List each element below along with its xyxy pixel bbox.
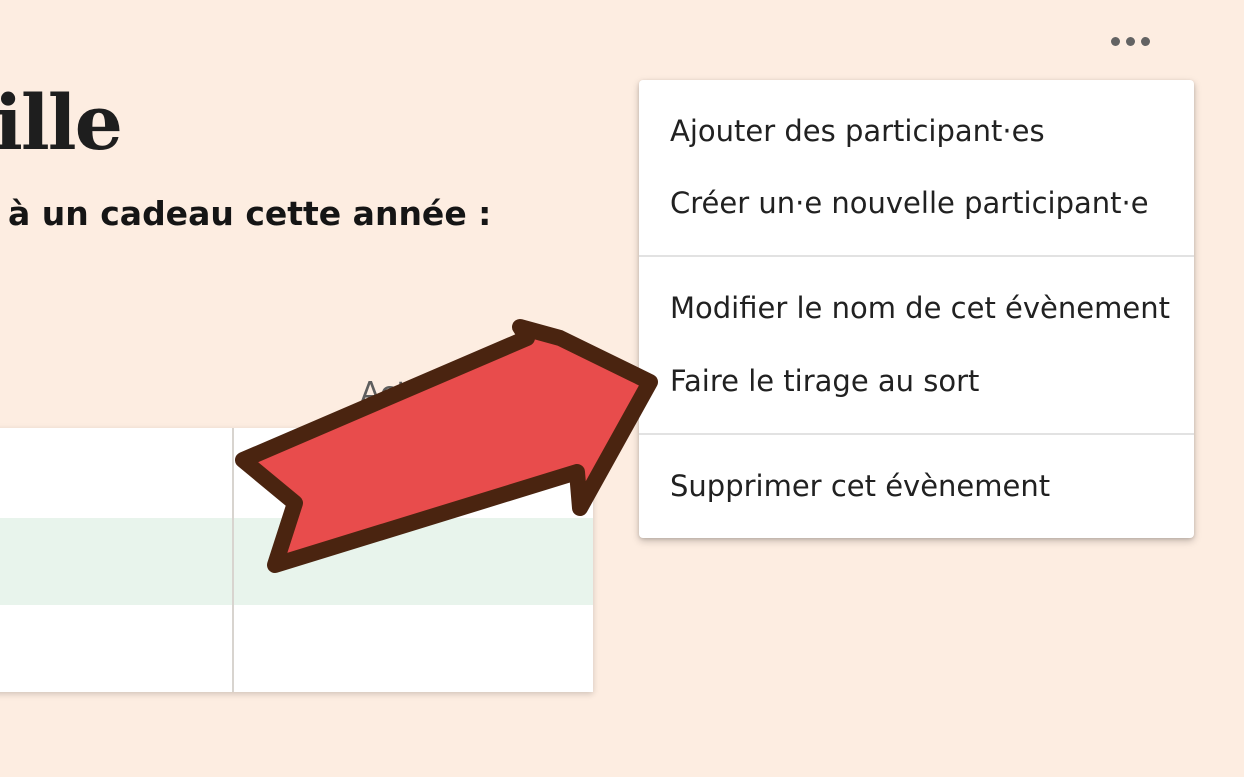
more-horizontal-icon xyxy=(1110,36,1150,46)
table-column-divider xyxy=(232,428,234,692)
menu-divider xyxy=(639,255,1194,257)
menu-item-draw-lots[interactable]: Faire le tirage au sort xyxy=(639,348,1194,414)
table-row xyxy=(0,518,593,605)
actions-column-header: Actions xyxy=(360,376,470,411)
more-options-button[interactable] xyxy=(1100,24,1160,58)
page-title: ille xyxy=(0,78,123,167)
event-options-menu: Ajouter des participant·es Créer un·e no… xyxy=(639,80,1194,538)
menu-item-rename-event[interactable]: Modifier le nom de cet évènement xyxy=(639,275,1194,341)
participants-table xyxy=(0,428,593,692)
menu-item-add-participants[interactable]: Ajouter des participant·es xyxy=(639,98,1194,164)
table-row xyxy=(0,431,593,518)
menu-divider xyxy=(639,433,1194,435)
table-row xyxy=(0,605,593,692)
menu-item-create-participant[interactable]: Créer un·e nouvelle participant·e xyxy=(639,170,1194,236)
menu-item-delete-event[interactable]: Supprimer cet évènement xyxy=(639,453,1194,519)
page-subtitle: à un cadeau cette année : xyxy=(8,194,492,233)
